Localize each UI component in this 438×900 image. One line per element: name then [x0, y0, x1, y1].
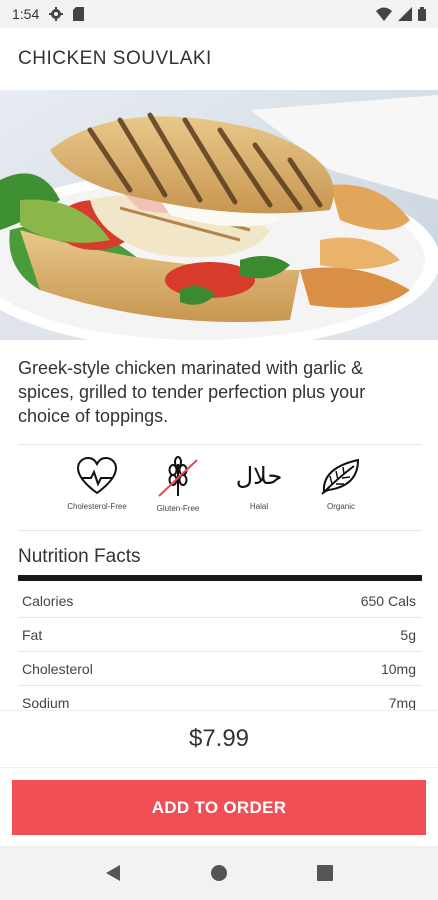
nutrient-name: Calories [22, 592, 74, 609]
nutrient-value: 650 Cals [360, 592, 416, 609]
nutrition-row: Calories 650 Cals [18, 584, 422, 618]
recents-icon[interactable] [317, 865, 334, 881]
nutrient-name: Sodium [22, 694, 70, 711]
diet-label: Gluten-Free [156, 504, 200, 513]
divider [18, 444, 422, 445]
diet-label: Organic [326, 502, 355, 511]
diet-label: Cholesterol-Free [67, 502, 127, 511]
signal-icon [398, 7, 412, 21]
price-area: $7.99 [0, 710, 438, 768]
page-title: CHICKEN SOUVLAKI [18, 48, 212, 69]
divider [18, 530, 422, 531]
nutrition-row: Sodium 7mg [18, 686, 422, 711]
nutrient-value: 10mg [380, 660, 416, 677]
diet-organic: Organic [301, 456, 381, 511]
battery-icon [418, 7, 426, 21]
nutrient-name: Cholesterol [22, 660, 93, 677]
product-image [0, 90, 438, 340]
clock: 1:54 [12, 6, 40, 22]
halal-icon: حلال [235, 462, 283, 490]
nutrient-value: 5g [400, 626, 416, 643]
heart-pulse-icon [76, 456, 118, 495]
wheat-crossed-icon [158, 456, 198, 497]
nutrition-list[interactable]: Calories 650 Cals Fat 5g Cholesterol 10m… [18, 584, 422, 710]
diet-icons-row: Cholesterol-Free Gluten-Free حلال Halal … [0, 456, 438, 526]
diet-halal: حلال Halal [219, 456, 299, 511]
back-icon[interactable] [105, 864, 121, 882]
product-description: Greek-style chicken marinated with garli… [18, 358, 366, 426]
status-bar: 1:54 [0, 0, 438, 28]
price: $7.99 [188, 725, 250, 752]
add-to-order-button[interactable]: ADD TO ORDER [12, 780, 426, 835]
nutrient-value: 7mg [388, 694, 416, 711]
leaf-icon [321, 458, 360, 495]
sd-card-icon [73, 7, 85, 21]
home-icon[interactable] [210, 864, 228, 882]
nutrition-row: Cholesterol 10mg [18, 652, 422, 686]
diet-cholesterol-free: Cholesterol-Free [57, 456, 137, 511]
nutrition-rule [18, 575, 422, 581]
nutrition-title: Nutrition Facts [18, 546, 141, 567]
diet-label: Halal [249, 502, 269, 511]
gear-icon [49, 7, 64, 21]
wifi-icon [376, 7, 392, 21]
nutrient-name: Fat [22, 626, 43, 643]
diet-gluten-free: Gluten-Free [138, 456, 218, 513]
nutrition-row: Fat 5g [18, 618, 422, 652]
navigation-bar [0, 846, 438, 900]
